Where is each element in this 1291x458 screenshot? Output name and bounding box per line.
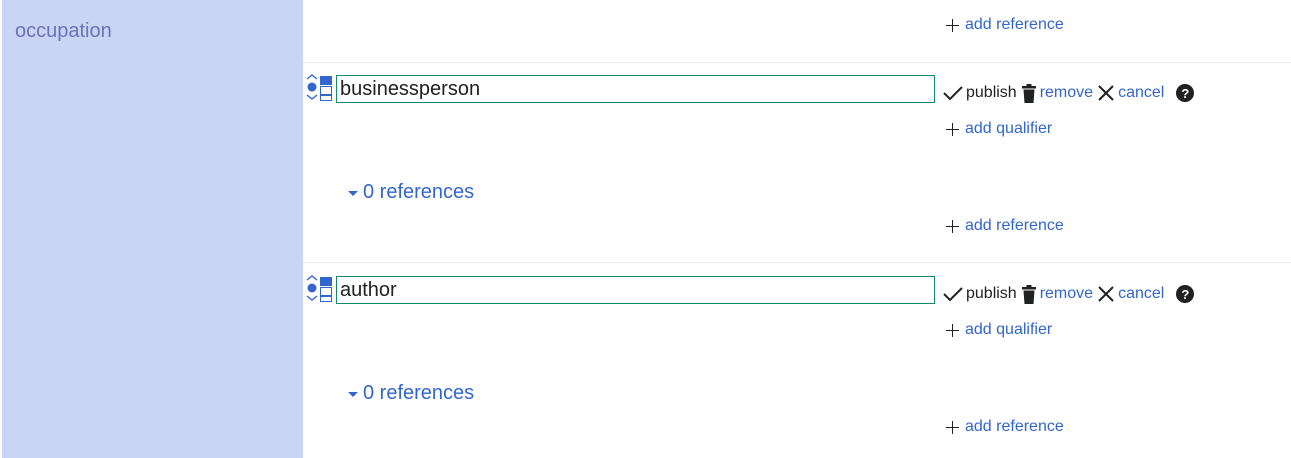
add-reference-link[interactable]: add reference [946,217,1064,235]
cancel-label: cancel [1118,285,1165,302]
statement-toolbar: publish remove cancel ? [943,82,1195,104]
help-icon[interactable]: ? [1176,84,1195,102]
publish-label: publish [966,84,1017,101]
add-qualifier-label: add qualifier [965,120,1053,137]
checkmark-icon [943,86,963,101]
remove-button[interactable]: remove [1021,83,1094,103]
cancel-button[interactable]: cancel [1097,84,1164,102]
plus-icon [946,18,959,32]
statement-divider [303,262,1291,263]
plus-icon [946,219,959,233]
statement-value-input[interactable] [336,276,935,304]
close-icon [1098,286,1114,302]
checkmark-icon [943,287,963,302]
rank-selector-icon[interactable] [305,74,333,102]
statement-value-input[interactable] [336,75,935,103]
add-reference-label: add reference [965,16,1064,33]
trash-icon [1021,83,1036,103]
publish-button[interactable]: publish [943,84,1017,102]
add-qualifier-label: add qualifier [965,321,1053,338]
references-count: 0 references [363,382,475,404]
help-icon[interactable]: ? [1176,285,1195,303]
plus-icon [946,420,959,434]
property-sidebar: occupation [2,0,303,458]
add-reference-link[interactable]: add reference [946,418,1064,436]
trash-icon [1021,284,1036,304]
triangle-down-icon [348,392,358,397]
publish-label: publish [966,285,1017,302]
close-icon [1098,85,1114,101]
add-reference-link-top[interactable]: add reference [946,16,1064,34]
remove-button[interactable]: remove [1021,284,1094,304]
references-count: 0 references [363,181,475,203]
remove-label: remove [1039,84,1094,101]
rank-selector-icon[interactable] [305,275,333,303]
add-qualifier-link[interactable]: add qualifier [946,120,1052,138]
references-toggle[interactable]: 0 references [348,181,474,204]
remove-label: remove [1039,285,1094,302]
triangle-down-icon [348,191,358,196]
add-reference-label: add reference [965,217,1064,234]
property-label[interactable]: occupation [15,20,112,43]
statement-toolbar: publish remove cancel ? [943,283,1195,305]
publish-button[interactable]: publish [943,285,1017,303]
references-toggle[interactable]: 0 references [348,382,474,405]
add-reference-label: add reference [965,418,1064,435]
cancel-button[interactable]: cancel [1097,285,1164,303]
add-qualifier-link[interactable]: add qualifier [946,321,1052,339]
plus-icon [946,323,959,337]
cancel-label: cancel [1118,84,1165,101]
plus-icon [946,122,959,136]
statement-divider [303,62,1291,63]
